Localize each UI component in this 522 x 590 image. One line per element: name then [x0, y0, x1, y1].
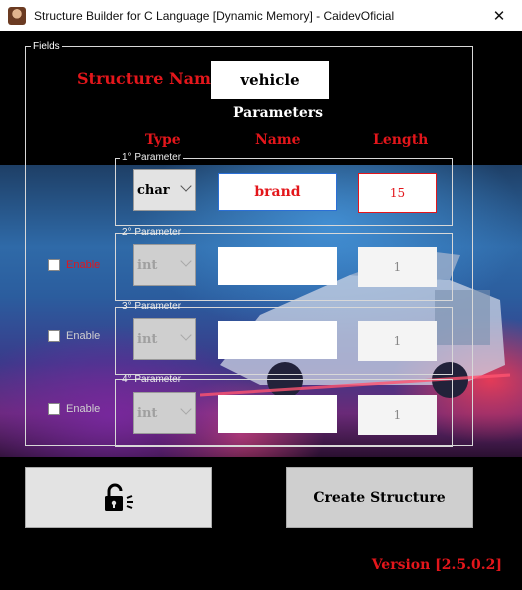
- parameter-1-legend: 1° Parameter: [120, 152, 184, 163]
- name-column-header: Name: [255, 132, 301, 148]
- parameter-2-enable-checkbox[interactable]: Enable: [48, 259, 100, 271]
- fields-legend: Fields: [31, 41, 62, 52]
- parameter-3-enable-checkbox[interactable]: Enable: [48, 330, 100, 342]
- close-button[interactable]: ✕: [476, 0, 522, 31]
- parameter-1-type-select[interactable]: char: [133, 169, 196, 211]
- chevron-down-icon: [180, 180, 192, 192]
- checkbox-icon: [48, 403, 60, 415]
- parameter-3-legend: 3° Parameter: [122, 301, 182, 312]
- parameter-2-name-input[interactable]: [218, 247, 337, 285]
- window-title: Structure Builder for C Language [Dynami…: [34, 8, 395, 23]
- version-label: Version [2.5.0.2]: [371, 557, 502, 573]
- parameter-2-type-select[interactable]: int: [133, 244, 196, 286]
- checkbox-icon: [48, 330, 60, 342]
- parameter-3-type-value: int: [137, 331, 158, 347]
- app-avatar-icon: [8, 6, 26, 25]
- parameter-2-length-input[interactable]: 1: [358, 247, 437, 287]
- enable-label: Enable: [66, 330, 101, 342]
- type-column-header: Type: [145, 132, 181, 148]
- unlock-button[interactable]: [25, 467, 212, 528]
- title-bar: Structure Builder for C Language [Dynami…: [0, 0, 522, 31]
- chevron-down-icon: [180, 403, 192, 415]
- structure-name-label: Structure Name:: [77, 69, 227, 88]
- parameter-3-name-input[interactable]: [218, 321, 337, 359]
- parameter-4-type-select[interactable]: int: [133, 392, 196, 434]
- parameter-1-type-value: char: [137, 182, 170, 198]
- enable-label: Enable: [66, 259, 101, 271]
- checkbox-icon: [48, 259, 60, 271]
- parameter-4-name-input[interactable]: [218, 395, 337, 433]
- enable-label: Enable: [66, 403, 101, 415]
- parameter-3-length-input[interactable]: 1: [358, 321, 437, 361]
- parameter-1-length-input[interactable]: 15: [358, 173, 437, 213]
- chevron-down-icon: [180, 329, 192, 341]
- parameter-2-legend: 2° Parameter: [122, 227, 182, 238]
- chevron-down-icon: [180, 255, 192, 267]
- parameters-title: Parameters: [233, 105, 324, 121]
- padlock-open-icon: [104, 483, 133, 511]
- create-structure-button[interactable]: Create Structure: [286, 467, 473, 528]
- structure-name-input[interactable]: [211, 61, 329, 99]
- parameter-4-length-input[interactable]: 1: [358, 395, 437, 435]
- parameter-3-type-select[interactable]: int: [133, 318, 196, 360]
- parameter-1-name-input[interactable]: brand: [218, 173, 337, 211]
- length-column-header: Length: [373, 132, 429, 148]
- parameter-2-type-value: int: [137, 257, 158, 273]
- window-client: Fields Structure Name: Parameters Type N…: [0, 31, 522, 590]
- parameter-4-enable-checkbox[interactable]: Enable: [48, 403, 100, 415]
- parameter-4-type-value: int: [137, 405, 158, 421]
- parameter-4-legend: 4° Parameter: [122, 374, 182, 385]
